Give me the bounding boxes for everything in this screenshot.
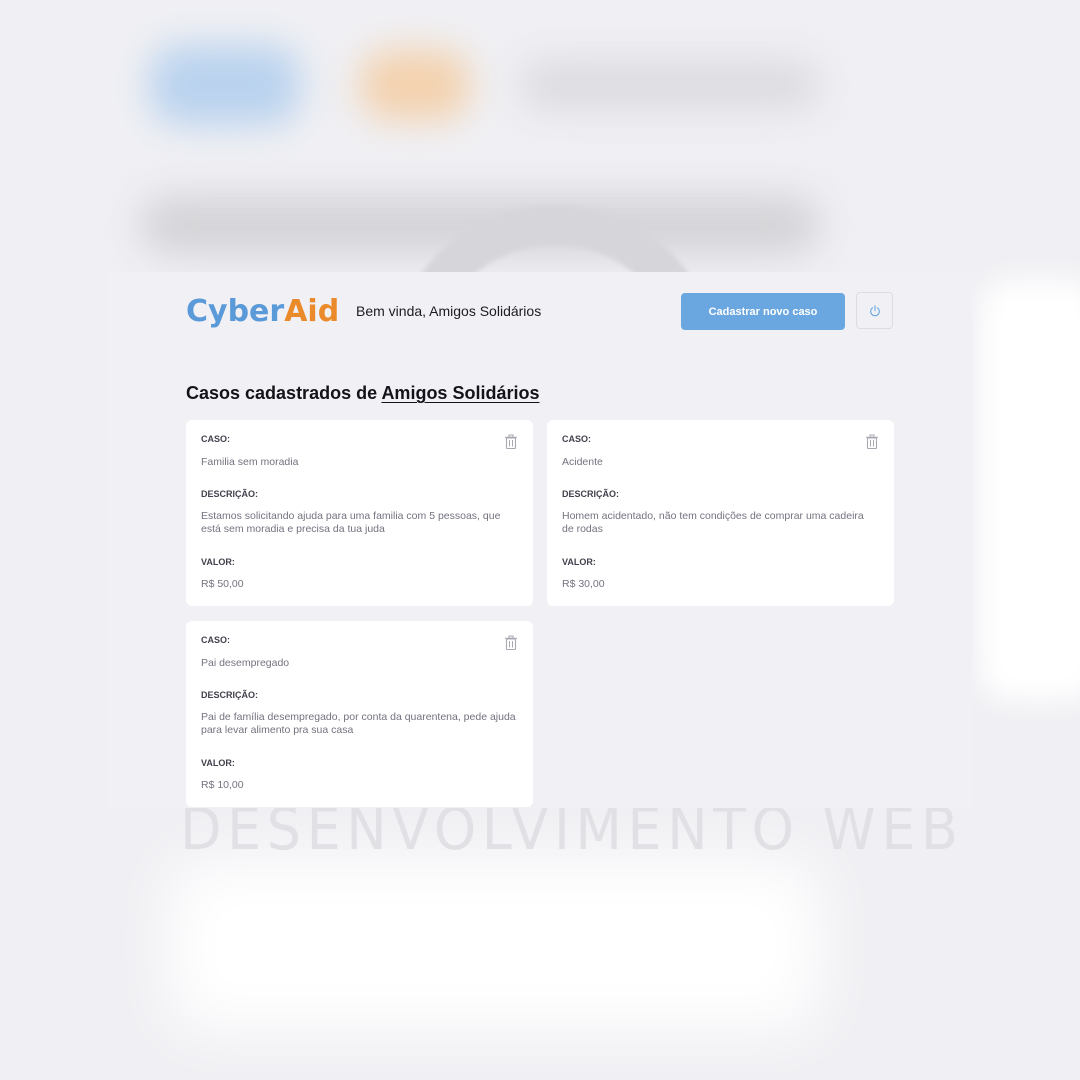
- case-value: R$ 50,00: [201, 578, 244, 590]
- trash-icon[interactable]: [504, 635, 518, 651]
- description-label: DESCRIÇÃO:: [562, 489, 620, 499]
- blurred-background-shape: [150, 45, 300, 125]
- logo-text-aid: Aid: [284, 294, 340, 329]
- value-label: VALOR:: [562, 557, 596, 567]
- header: CyberAid Bem vinda, Amigos Solidários Ca…: [186, 292, 894, 332]
- description-label: DESCRIÇÃO:: [201, 690, 259, 700]
- case-title: Familia sem moradia: [201, 456, 299, 468]
- page-title-org: Amigos Solidários: [381, 383, 540, 403]
- blurred-background-shape: [170, 860, 820, 1030]
- case-label: CASO:: [562, 434, 591, 444]
- blurred-background-shape: [360, 50, 470, 120]
- trash-icon[interactable]: [865, 434, 879, 450]
- case-value: R$ 30,00: [562, 578, 605, 590]
- stage: DESENVOLVIMENTO WEB CyberAid Bem vinda, …: [0, 0, 1080, 1080]
- blurred-background-shape: [520, 60, 820, 110]
- case-title: Acidente: [562, 456, 603, 468]
- welcome-text: Bem vinda, Amigos Solidários: [356, 303, 542, 319]
- case-value: R$ 10,00: [201, 779, 244, 791]
- case-description: Pai de família desempregado, por conta d…: [201, 711, 516, 736]
- trash-icon[interactable]: [504, 434, 518, 450]
- case-label: CASO:: [201, 635, 230, 645]
- page-title: Casos cadastrados de Amigos Solidários: [186, 383, 539, 404]
- page-title-prefix: Casos cadastrados de: [186, 383, 378, 403]
- case-card: CASO: Pai desempregado DESCRIÇÃO: Pai de…: [186, 621, 533, 807]
- case-description: Estamos solicitando ajuda para uma famil…: [201, 510, 501, 535]
- logout-button[interactable]: [856, 292, 893, 329]
- cyberaid-logo: CyberAid: [186, 294, 339, 330]
- case-card: CASO: Familia sem moradia DESCRIÇÃO: Est…: [186, 420, 533, 606]
- case-label: CASO:: [201, 434, 230, 444]
- description-label: DESCRIÇÃO:: [201, 489, 259, 499]
- value-label: VALOR:: [201, 557, 235, 567]
- blurred-background-shape: [980, 280, 1080, 700]
- case-description: Homem acidentado, não tem condições de c…: [562, 510, 864, 535]
- logo-text-cyber: Cyber: [186, 294, 285, 329]
- value-label: VALOR:: [201, 758, 235, 768]
- app-screenshot: CyberAid Bem vinda, Amigos Solidários Ca…: [108, 272, 972, 808]
- case-card: CASO: Acidente DESCRIÇÃO: Homem acidenta…: [547, 420, 894, 606]
- case-title: Pai desempregado: [201, 657, 290, 669]
- power-icon: [870, 305, 880, 317]
- new-case-button[interactable]: Cadastrar novo caso: [681, 293, 845, 330]
